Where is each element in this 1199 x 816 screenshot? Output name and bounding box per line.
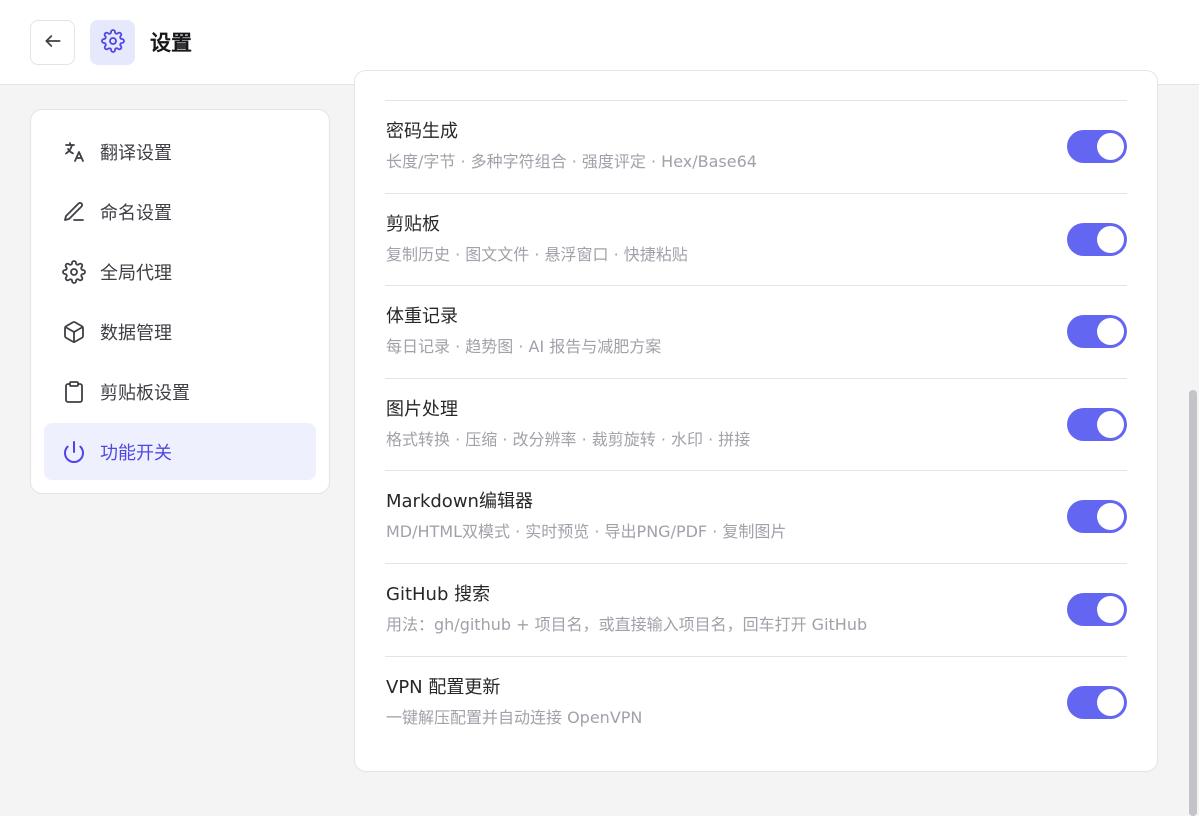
feature-row-github: GitHub 搜索 用法：gh/github + 项目名，或直接输入项目名，回车… — [385, 562, 1127, 656]
feature-title: Markdown编辑器 — [386, 491, 533, 513]
sidebar-item-label: 剪贴板设置 — [100, 382, 190, 404]
toggle-knob — [1097, 133, 1124, 160]
feature-row-image: 图片处理 格式转换 · 压缩 · 改分辨率 · 裁剪旋转 · 水印 · 拼接 — [385, 377, 1127, 471]
feature-title: 密码生成 — [386, 121, 458, 142]
feature-description: 复制历史 · 图文文件 · 悬浮窗口 · 快捷粘贴 — [386, 244, 688, 264]
toggle-knob — [1097, 595, 1124, 623]
sidebar-item-naming[interactable]: 命名设置 — [44, 183, 316, 240]
sidebar-item-translate[interactable]: 翻译设置 — [44, 123, 316, 180]
feature-title: 图片处理 — [386, 398, 458, 420]
feature-description: MD/HTML双模式 · 实时预览 · 导出PNG/PDF · 复制图片 — [386, 522, 787, 542]
sidebar-item-clipboard[interactable]: 剪贴板设置 — [44, 363, 316, 420]
scrollbar-thumb[interactable] — [1189, 390, 1197, 816]
feature-title: 剪贴板 — [386, 213, 440, 235]
feature-toggle[interactable] — [1067, 315, 1127, 349]
feature-toggle[interactable] — [1067, 407, 1127, 441]
feature-description: 一键解压配置并自动连接 OpenVPN — [386, 707, 643, 727]
back-button[interactable] — [30, 20, 75, 65]
gear-icon — [62, 259, 86, 284]
cube-icon — [62, 320, 86, 344]
sidebar-item-data[interactable]: 数据管理 — [44, 303, 316, 360]
feature-toggle[interactable] — [1067, 592, 1127, 626]
toggle-knob — [1097, 410, 1124, 438]
pencil-icon — [62, 200, 86, 224]
feature-row-clipboard: 剪贴板 复制历史 · 图文文件 · 悬浮窗口 · 快捷粘贴 — [385, 192, 1127, 286]
feature-description: 每日记录 · 趋势图 · AI 报告与减肥方案 — [386, 337, 662, 357]
sidebar-item-label: 数据管理 — [100, 322, 172, 344]
feature-row-password: 密码生成 长度/字节 · 多种字符组合 · 强度评定 · Hex/Base64 — [385, 100, 1127, 193]
settings-sidebar: 翻译设置 命名设置 全局代理 数据管理 剪贴板设置 功能开关 — [30, 109, 330, 494]
feature-toggle[interactable] — [1067, 685, 1127, 719]
feature-title: VPN 配置更新 — [386, 676, 501, 698]
sidebar-item-label: 全局代理 — [100, 262, 172, 284]
feature-title: GitHub 搜索 — [386, 583, 491, 605]
arrow-left-icon — [43, 31, 63, 55]
page-title: 设置 — [150, 31, 192, 55]
feature-toggle[interactable] — [1067, 222, 1127, 256]
toggle-knob — [1097, 503, 1124, 531]
feature-description: 长度/字节 · 多种字符组合 · 强度评定 · Hex/Base64 — [386, 152, 757, 171]
sidebar-item-proxy[interactable]: 全局代理 — [44, 243, 316, 300]
power-icon — [62, 440, 86, 464]
settings-logo — [90, 20, 135, 65]
sidebar-item-features[interactable]: 功能开关 — [44, 423, 316, 480]
translate-icon — [62, 140, 86, 164]
feature-row-vpn: VPN 配置更新 一键解压配置并自动连接 OpenVPN — [385, 655, 1127, 749]
gear-icon — [100, 28, 125, 57]
feature-title: 体重记录 — [386, 306, 458, 328]
feature-description: 格式转换 · 压缩 · 改分辨率 · 裁剪旋转 · 水印 · 拼接 — [386, 429, 751, 449]
clipboard-icon — [62, 380, 86, 404]
feature-toggle[interactable] — [1067, 130, 1127, 163]
feature-row-weight: 体重记录 每日记录 · 趋势图 · AI 报告与减肥方案 — [385, 285, 1127, 378]
toggle-knob — [1097, 688, 1124, 716]
feature-description: 用法：gh/github + 项目名，或直接输入项目名，回车打开 GitHub — [386, 614, 868, 634]
feature-toggles-card: 密码生成 长度/字节 · 多种字符组合 · 强度评定 · Hex/Base64 … — [354, 70, 1158, 772]
sidebar-item-label: 翻译设置 — [100, 142, 172, 164]
toggle-knob — [1097, 318, 1124, 346]
toggle-knob — [1097, 225, 1124, 253]
sidebar-item-label: 功能开关 — [100, 442, 172, 464]
feature-toggle[interactable] — [1067, 500, 1127, 534]
sidebar-item-label: 命名设置 — [100, 202, 172, 224]
feature-row-markdown: Markdown编辑器 MD/HTML双模式 · 实时预览 · 导出PNG/PD… — [385, 470, 1127, 563]
